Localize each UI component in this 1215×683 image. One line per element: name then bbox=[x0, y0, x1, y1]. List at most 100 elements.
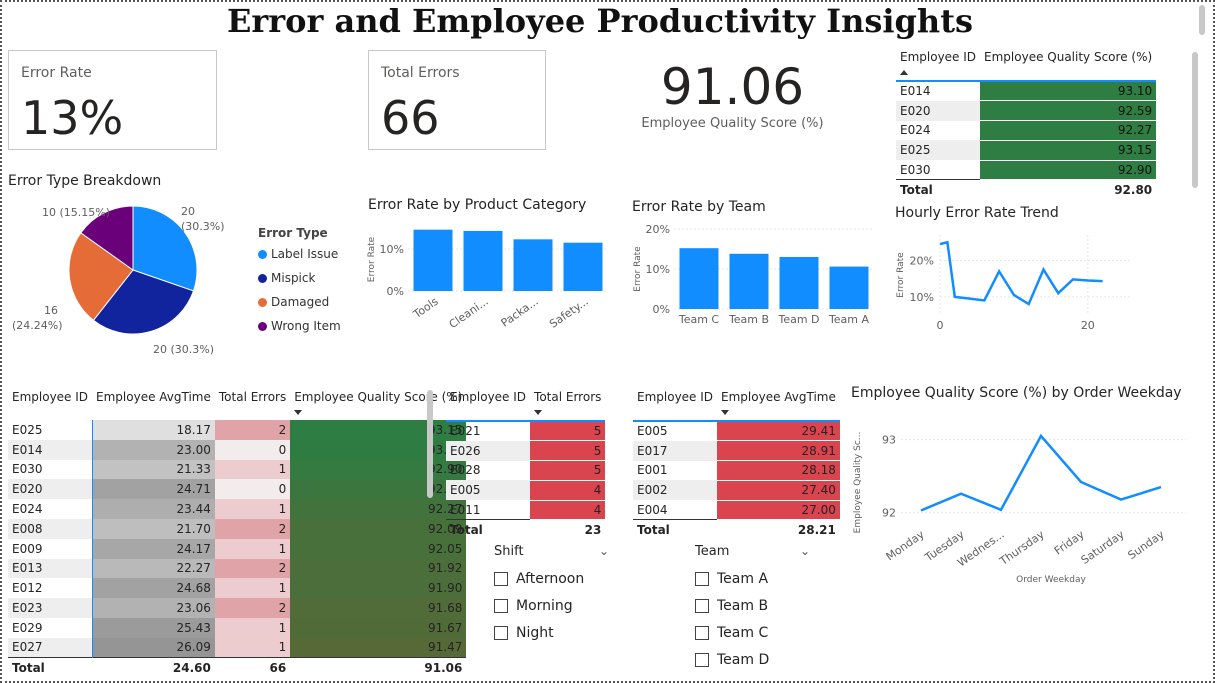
bar-safety-[interactable] bbox=[563, 242, 603, 291]
avgtime-table[interactable]: Employee ID Employee AvgTime E005 29.41 E0… bbox=[633, 388, 840, 540]
table-row[interactable]: E023 23.06 2 91.68 bbox=[8, 598, 467, 618]
header-quality-score[interactable]: Employee Quality Score (%) bbox=[980, 48, 1156, 81]
header-quality-score[interactable]: Employee Quality Score (%) bbox=[290, 388, 466, 420]
header-avgtime[interactable]: Employee AvgTime bbox=[717, 388, 840, 421]
shift-option-night[interactable]: Night bbox=[494, 619, 609, 646]
table-row[interactable]: E014 93.10 bbox=[896, 81, 1157, 102]
header-total-errors[interactable]: Total Errors bbox=[215, 388, 290, 420]
header-total-errors[interactable]: Total Errors bbox=[530, 388, 605, 421]
weekday-quality-line[interactable] bbox=[920, 433, 1162, 512]
table-row[interactable]: E004 27.00 bbox=[633, 500, 840, 521]
table-row[interactable]: E012 24.68 1 91.90 bbox=[8, 578, 467, 599]
table-row[interactable]: E009 24.17 1 92.05 bbox=[8, 538, 467, 559]
table-row[interactable]: E020 24.71 0 92.59 bbox=[8, 479, 467, 500]
team-option-c[interactable]: Team C bbox=[695, 619, 810, 646]
top-quality-table[interactable]: Employee ID Employee Quality Score (%) E… bbox=[896, 48, 1157, 200]
bar-packa-[interactable] bbox=[513, 239, 553, 291]
quality-score-cell: 92.27 bbox=[980, 120, 1157, 141]
errors-table[interactable]: Employee ID Total Errors E021 5 E026 5 E028 5… bbox=[446, 388, 606, 540]
legend-title: Error Type bbox=[258, 226, 328, 240]
table-row[interactable]: E024 23.44 1 92.27 bbox=[8, 499, 467, 519]
table-row[interactable]: E014 23.00 0 93.10 bbox=[8, 439, 467, 460]
weekday-chart-title: Employee Quality Score (%) by Order Week… bbox=[851, 385, 1182, 401]
hourly-error-line[interactable] bbox=[939, 240, 1103, 306]
total-errors-cell: 1 bbox=[214, 637, 291, 658]
pie-label-mispick: 20 (30.3%) bbox=[153, 343, 214, 356]
pie-legend: Error Type Label Issue Mispick Damaged W… bbox=[258, 226, 341, 338]
bar-team-b[interactable] bbox=[729, 253, 769, 309]
y-tick-label: 20% bbox=[910, 254, 934, 267]
employee-main-table[interactable]: Employee ID Employee AvgTime Total Error… bbox=[8, 388, 467, 678]
table-row[interactable]: E005 4 bbox=[446, 480, 606, 501]
table-row[interactable]: E027 26.09 1 91.47 bbox=[8, 637, 467, 658]
table-row[interactable]: E030 21.33 1 92.90 bbox=[8, 459, 467, 480]
table-row[interactable]: E002 27.40 bbox=[633, 480, 840, 501]
team-slicer[interactable]: Team ⌄ Team A Team B Team C Team D bbox=[695, 544, 810, 673]
legend-label-issue[interactable]: Label Issue bbox=[258, 242, 341, 266]
legend-damaged[interactable]: Damaged bbox=[258, 290, 341, 314]
table-row[interactable]: E011 4 bbox=[446, 500, 606, 521]
table-row[interactable]: E024 92.27 bbox=[896, 120, 1157, 141]
error-rate-card[interactable]: Error Rate 13% bbox=[8, 50, 217, 150]
shift-option-afternoon[interactable]: Afternoon bbox=[494, 565, 609, 592]
bar-tools[interactable] bbox=[413, 229, 453, 291]
table-row[interactable]: E021 5 bbox=[446, 421, 606, 442]
shift-slicer[interactable]: Shift ⌄ Afternoon Morning Night bbox=[494, 544, 609, 646]
total-errors-cell: 4 bbox=[530, 500, 606, 521]
avgtime-cell: 26.09 bbox=[91, 637, 215, 658]
page-title: Error and Employee Productivity Insights bbox=[227, 2, 973, 40]
table-row[interactable]: E020 92.59 bbox=[896, 100, 1157, 122]
table-scrollbar[interactable] bbox=[427, 390, 433, 498]
team-option-d[interactable]: Team D bbox=[695, 646, 810, 673]
table-row[interactable]: E005 29.41 bbox=[633, 421, 840, 442]
product-category-chart[interactable]: Error Rate 0% 10% Tools Cleani... Packa... Saf… bbox=[362, 218, 612, 328]
employee-id-cell: E002 bbox=[637, 483, 668, 498]
employee-id-cell: E004 bbox=[637, 502, 668, 517]
sort-desc-icon bbox=[721, 410, 730, 415]
total-errors-cell: 1 bbox=[214, 538, 291, 559]
bar-team-c[interactable] bbox=[679, 248, 719, 309]
total-errors-card[interactable]: Total Errors 66 bbox=[368, 50, 546, 150]
weekday-chart[interactable]: Employee Quality Sc... 9293MondayTuesdayW… bbox=[846, 405, 1206, 585]
employee-id-cell: E011 bbox=[450, 502, 481, 517]
table-row[interactable]: E028 5 bbox=[446, 460, 606, 481]
table-row[interactable]: E026 5 bbox=[446, 440, 606, 462]
hourly-chart[interactable]: Error Rate 10% 20% 0 20 bbox=[890, 225, 1130, 335]
team-option-a[interactable]: Team A bbox=[695, 565, 810, 592]
employee-id-cell: E021 bbox=[450, 424, 481, 439]
chevron-down-icon[interactable]: ⌄ bbox=[800, 544, 810, 559]
table-row[interactable]: E001 28.18 bbox=[633, 460, 840, 481]
bar-cleani-[interactable] bbox=[463, 230, 503, 291]
y-tick-label: 92 bbox=[882, 507, 896, 520]
header-employee-id[interactable]: Employee ID bbox=[633, 388, 717, 421]
header-employee-id[interactable]: Employee ID bbox=[896, 48, 980, 81]
table-row[interactable]: E017 28.91 bbox=[633, 440, 840, 462]
legend-mispick[interactable]: Mispick bbox=[258, 266, 341, 290]
x-tick-label: 20 bbox=[1081, 319, 1095, 332]
chevron-down-icon[interactable]: ⌄ bbox=[599, 544, 609, 559]
quality-score-card[interactable]: 91.06 Employee Quality Score (%) bbox=[620, 58, 845, 131]
y-axis-label: Error Rate bbox=[367, 236, 377, 282]
team-chart[interactable]: Error Rate 0% 10% 20% Team C Team B Team D Team… bbox=[628, 218, 878, 333]
total-errors-label: Total Errors bbox=[381, 65, 460, 81]
table-row[interactable]: E025 93.15 bbox=[896, 140, 1157, 161]
table-row[interactable]: E008 21.70 2 92.09 bbox=[8, 518, 467, 539]
shift-option-morning[interactable]: Morning bbox=[494, 592, 609, 619]
x-tick-label: Safety... bbox=[547, 295, 591, 328]
header-avgtime[interactable]: Employee AvgTime bbox=[92, 388, 215, 420]
page-scrollbar[interactable] bbox=[1199, 5, 1205, 35]
table-row[interactable]: E029 25.43 1 91.67 bbox=[8, 617, 467, 638]
header-employee-id[interactable]: Employee ID bbox=[446, 388, 530, 421]
bar-team-d[interactable] bbox=[779, 257, 819, 309]
employee-id-cell: E014 bbox=[900, 84, 931, 99]
avgtime-cell: 27.40 bbox=[717, 480, 840, 501]
table-row[interactable]: E013 22.27 2 91.92 bbox=[8, 558, 467, 579]
team-option-b[interactable]: Team B bbox=[695, 592, 810, 619]
table-row[interactable]: E025 18.17 2 93.15 bbox=[8, 420, 467, 440]
bar-team-a[interactable] bbox=[829, 266, 869, 309]
quality-score-cell: 92.90 bbox=[980, 160, 1157, 181]
legend-wrong-item[interactable]: Wrong Item bbox=[258, 314, 341, 338]
table-scrollbar[interactable] bbox=[1192, 52, 1198, 188]
table-row[interactable]: E030 92.90 bbox=[896, 160, 1157, 181]
header-employee-id[interactable]: Employee ID bbox=[8, 388, 92, 420]
